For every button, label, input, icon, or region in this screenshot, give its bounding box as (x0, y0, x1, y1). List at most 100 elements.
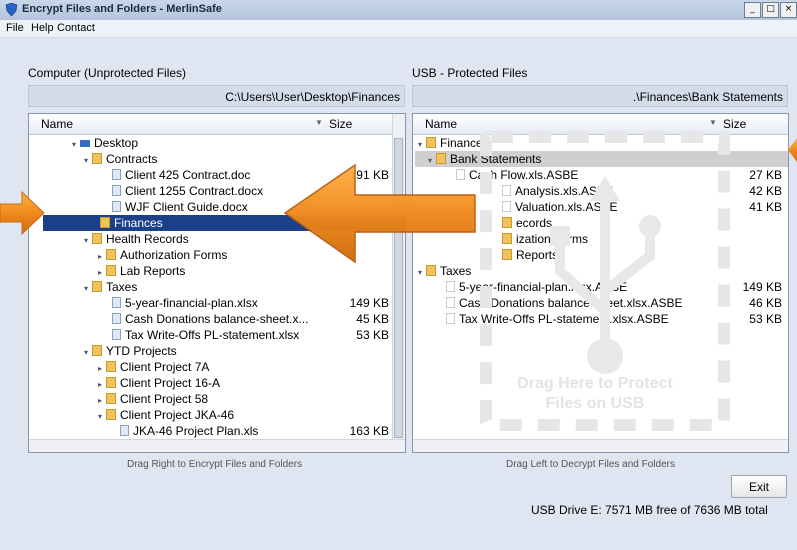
menu-help[interactable]: Help (31, 22, 54, 34)
tree-row-size: 46 KB (749, 296, 782, 310)
minimize-button[interactable]: _ (744, 2, 761, 18)
folder-icon (106, 265, 116, 276)
right-horizontal-scrollbar[interactable] (413, 439, 788, 452)
tree-row-size: 53 KB (356, 328, 389, 342)
tree-row[interactable]: ▾ Taxes (415, 263, 471, 279)
maximize-button[interactable]: □ (762, 2, 779, 18)
folder-icon (100, 217, 110, 228)
tree-row-label: Client Project 16-A (120, 376, 221, 390)
tree-row[interactable]: ▸ Client Project 16-A (95, 375, 220, 391)
tree-row[interactable]: WJF Client Guide.docx (101, 199, 248, 215)
tree-row[interactable]: Client 425 Contract.doc (101, 167, 250, 183)
tree-row[interactable]: Client 1255 Contract.docx (101, 183, 263, 199)
expanded-arrow-icon[interactable]: ▾ (95, 409, 105, 425)
file-icon (112, 169, 121, 180)
usb-status: USB Drive E: 7571 MB free of 7636 MB tot… (531, 503, 768, 517)
file-icon (446, 297, 455, 308)
tree-row-size: 149 KB (742, 280, 782, 294)
tree-row[interactable]: Cash Donations balance-sheet.x... (101, 311, 308, 327)
expanded-arrow-icon[interactable]: ▾ (69, 137, 79, 153)
tree-row-label: Client Project 7A (120, 360, 210, 374)
folder-icon (436, 153, 446, 164)
right-panel-title: USB - Protected Files (412, 66, 528, 80)
folder-icon (92, 233, 102, 244)
left-vertical-scrollbar[interactable] (392, 114, 405, 452)
left-drag-hint: Drag Right to Encrypt Files and Folders (127, 459, 303, 470)
tree-row[interactable]: ▾ YTD Projects (81, 343, 177, 359)
title-bar: Encrypt Files and Folders - MerlinSafe _… (0, 0, 797, 21)
tree-row-size: 45 KB (356, 312, 389, 326)
expanded-arrow-icon[interactable]: ▾ (81, 233, 91, 249)
file-icon (112, 329, 121, 340)
tree-row[interactable]: ▾ Finances (415, 135, 489, 151)
tree-row[interactable]: ▾ Contracts (81, 151, 157, 167)
tree-row-label: WJF Client Guide.docx (125, 200, 248, 214)
tree-row-label: Client 1255 Contract.docx (125, 184, 264, 198)
tree-row[interactable]: JKA-46 Project Plan.xls (109, 423, 258, 439)
tree-row-label: Authorization Forms (120, 248, 228, 262)
file-icon (112, 201, 121, 212)
tree-row-label: Cash Donations balance-sheet.x... (125, 312, 309, 326)
tree-row[interactable]: ▾ Taxes (81, 279, 137, 295)
folder-icon (106, 377, 116, 388)
expanded-arrow-icon[interactable]: ▾ (81, 153, 91, 169)
folder-icon (92, 345, 102, 356)
tree-row[interactable]: Finances (43, 215, 405, 231)
folder-icon (92, 153, 102, 164)
menu-bar: File Help Contact (0, 20, 797, 38)
tree-row[interactable]: ▾ Health Records (81, 231, 189, 247)
left-col-name[interactable]: Name (41, 117, 73, 131)
right-edge-arrow-icon (788, 138, 797, 162)
tree-row[interactable]: 5-year-financial-plan.xlsx (101, 295, 258, 311)
left-horizontal-scrollbar[interactable] (29, 439, 405, 452)
tree-row-label: Tax Write-Offs PL-statement.xlsx (125, 328, 300, 342)
file-icon (112, 313, 121, 324)
menu-file[interactable]: File (6, 22, 24, 34)
shield-icon (5, 3, 18, 16)
tree-row-size: 191 KB (349, 168, 389, 182)
tree-row-label: YTD Projects (106, 344, 177, 358)
left-file-tree[interactable]: Name ▼ Size ▾ Desktop ▾ Contracts Client 425… (28, 113, 406, 453)
folder-icon (106, 393, 116, 404)
sort-arrow-icon: ▼ (709, 118, 717, 127)
exit-button[interactable]: Exit (731, 475, 787, 498)
tree-row-label: Taxes (440, 264, 472, 278)
tree-row[interactable]: ▸ Authorization Forms (95, 247, 227, 263)
tree-row[interactable]: Tax Write-Offs PL-statement.xlsx (101, 327, 299, 343)
tree-row-label: Client Project JKA-46 (120, 408, 235, 422)
tree-row[interactable]: ▾ Client Project JKA-46 (95, 407, 234, 423)
file-icon (112, 297, 121, 308)
tree-row-label: Finances (114, 216, 163, 230)
tree-row[interactable]: ▸ Lab Reports (95, 263, 185, 279)
expanded-arrow-icon[interactable]: ▾ (81, 281, 91, 297)
folder-icon (426, 137, 436, 148)
tree-row[interactable]: ▸ Client Project 7A (95, 359, 209, 375)
folder-icon (106, 249, 116, 260)
expanded-arrow-icon[interactable]: ▾ (415, 265, 425, 281)
right-drag-hint: Drag Left to Decrypt Files and Folders (506, 459, 675, 470)
right-col-size[interactable]: Size (723, 117, 746, 131)
close-button[interactable]: × (780, 2, 797, 18)
drop-zone-text: Drag Here to Protect Files on USB (517, 375, 673, 412)
menu-contact[interactable]: Contact (57, 22, 95, 34)
tree-row-label: Client Project 58 (120, 392, 209, 406)
left-col-size[interactable]: Size (329, 117, 352, 131)
tree-row[interactable]: ▸ Client Project 58 (95, 391, 208, 407)
tree-row-label: 5-year-financial-plan.xlsx (125, 296, 258, 310)
expanded-arrow-icon[interactable]: ▾ (425, 153, 435, 169)
left-tree-header: Name ▼ Size (29, 114, 405, 135)
tree-row-label: Contracts (106, 152, 158, 166)
tree-row-size: 41 KB (749, 200, 782, 214)
left-panel-title: Computer (Unprotected Files) (28, 66, 187, 80)
right-path-bar: .\Finances\Bank Statements (412, 85, 788, 107)
tree-row[interactable]: ▾ Desktop (69, 135, 138, 151)
folder-icon (92, 281, 102, 292)
file-icon (456, 169, 465, 180)
expanded-arrow-icon[interactable]: ▾ (81, 345, 91, 361)
right-col-name[interactable]: Name (425, 117, 457, 131)
left-scroll-thumb[interactable] (394, 138, 403, 438)
tree-row-label: Lab Reports (120, 264, 186, 278)
folder-icon (426, 265, 436, 276)
tree-row-label: Client 425 Contract.doc (125, 168, 251, 182)
file-icon (120, 425, 129, 436)
